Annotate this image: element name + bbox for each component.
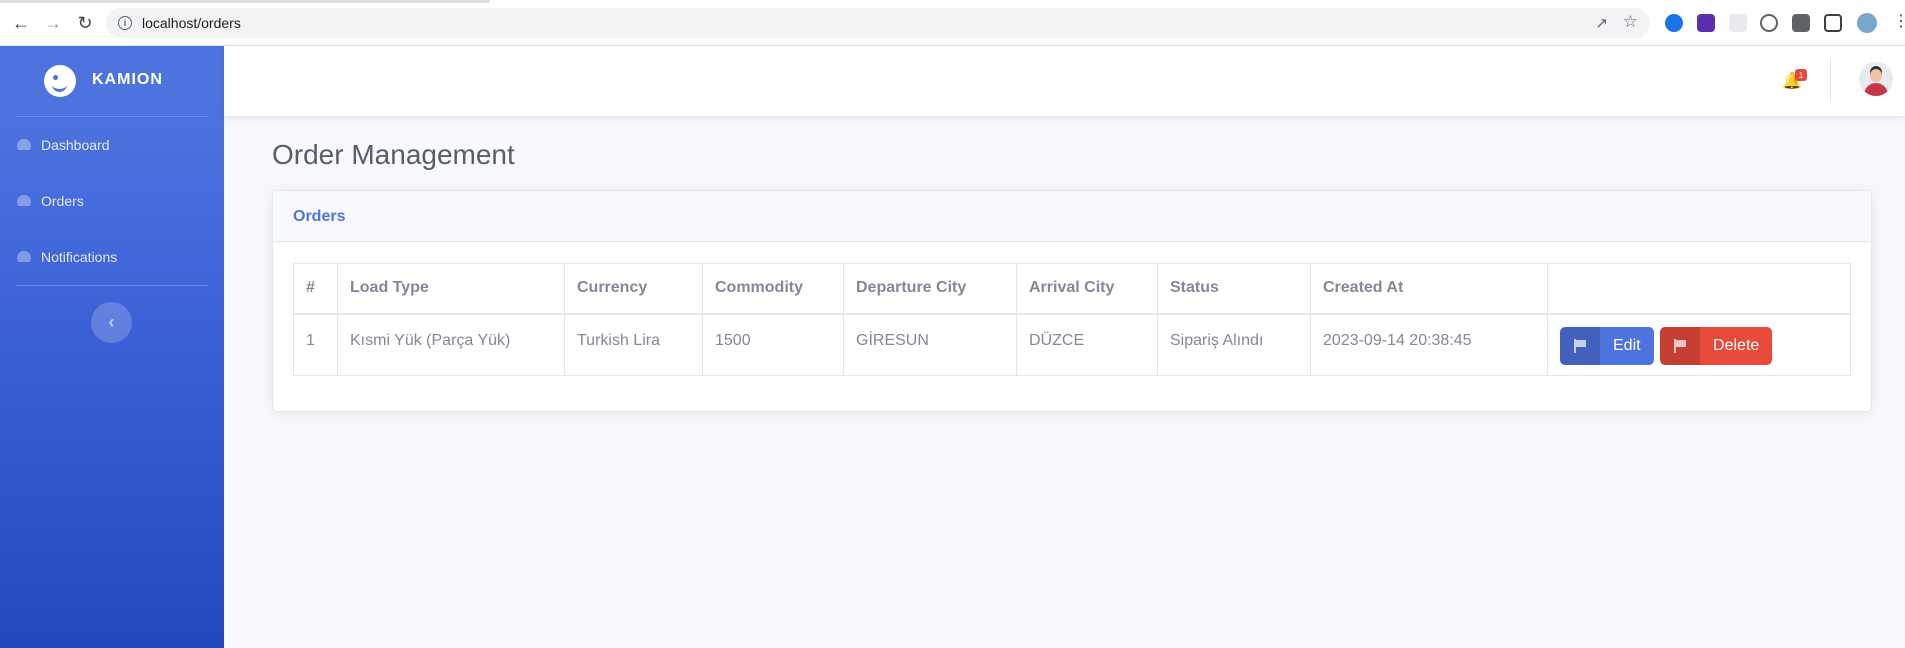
orders-table: # Load Type Currency Commodity Departure…: [293, 263, 1851, 376]
column-header-actions: [1547, 263, 1851, 315]
sidebar-item-orders[interactable]: Orders: [0, 181, 224, 221]
share-icon[interactable]: ↗: [1595, 14, 1608, 32]
cell-status: Sipariş Alındı: [1157, 313, 1311, 376]
cell-arrival-city: DÜZCE: [1016, 313, 1158, 376]
card-header: Orders: [273, 191, 1871, 242]
column-header-arrival-city: Arrival City: [1016, 263, 1158, 315]
chevron-left-icon: ‹: [108, 312, 115, 332]
column-header-commodity: Commodity: [702, 263, 844, 315]
column-header-created-at: Created At: [1310, 263, 1548, 315]
sidebar: KAMION Dashboard Orders Notifications ‹: [0, 46, 224, 648]
table-header-row: # Load Type Currency Commodity Departure…: [293, 263, 1851, 315]
cell-commodity: 1500: [702, 313, 844, 376]
cell-departure-city: GİRESUN: [843, 313, 1017, 376]
brand-name: KAMION: [92, 71, 163, 88]
column-header-departure-city: Departure City: [843, 263, 1017, 315]
extension-3-icon[interactable]: [1729, 14, 1747, 32]
reload-icon[interactable]: ↻: [74, 12, 96, 34]
brand-link[interactable]: KAMION: [0, 46, 224, 116]
cell-currency: Turkish Lira: [564, 313, 703, 376]
side-panel-icon[interactable]: [1824, 14, 1842, 32]
notification-count-badge: 1: [1795, 69, 1807, 81]
column-header-load-type: Load Type: [337, 263, 565, 315]
sidebar-item-label: Orders: [41, 193, 84, 209]
extensions-puzzle-icon[interactable]: [1792, 14, 1810, 32]
extension-1-icon[interactable]: [1665, 14, 1683, 32]
address-url[interactable]: localhost/orders: [142, 15, 241, 31]
orders-card: Orders # Load Type Currency Commodity De…: [272, 190, 1872, 412]
back-icon[interactable]: ←: [10, 12, 32, 34]
sidebar-toggle-button[interactable]: ‹: [91, 302, 132, 343]
page-title: Order Management: [272, 139, 515, 170]
edit-button[interactable]: Edit: [1560, 326, 1654, 365]
column-header-currency: Currency: [564, 263, 703, 315]
flag-icon: [1660, 326, 1701, 365]
delete-button[interactable]: Delete: [1660, 326, 1773, 365]
flag-icon: [1560, 326, 1600, 365]
topbar-divider: [1830, 59, 1831, 101]
delete-button-label: Delete: [1713, 336, 1760, 354]
sidebar-item-label: Notifications: [41, 249, 118, 265]
avatar-body: [1864, 83, 1888, 96]
sidebar-item-notifications[interactable]: Notifications: [0, 237, 224, 277]
avatar-head: [1870, 69, 1882, 82]
cell-id: 1: [293, 313, 338, 376]
edit-button-label: Edit: [1613, 336, 1641, 354]
laugh-wink-icon: [44, 65, 76, 97]
column-header-status: Status: [1157, 263, 1311, 315]
cell-load-type: Kısmi Yük (Parça Yük): [337, 313, 565, 376]
tachometer-icon: [17, 251, 33, 263]
user-avatar[interactable]: [1859, 62, 1893, 96]
profile-avatar[interactable]: [1857, 13, 1877, 33]
active-tab-strip: [0, 0, 490, 3]
sidebar-item-dashboard[interactable]: Dashboard: [0, 125, 224, 165]
extension-2-icon[interactable]: [1697, 14, 1715, 32]
table-row: 1 Kısmi Yük (Parça Yük) Turkish Lira 150…: [293, 313, 1851, 376]
site-info-icon[interactable]: i: [118, 16, 132, 30]
browser-toolbar: ← → ↻ i localhost/orders ↗ ☆ ⋮: [0, 0, 1905, 46]
cell-actions: Edit Delete: [1547, 313, 1851, 376]
bookmark-star-icon[interactable]: ☆: [1623, 12, 1638, 32]
sidebar-divider: [16, 116, 208, 117]
topbar: [224, 46, 1905, 116]
address-bar[interactable]: i localhost/orders ↗ ☆: [106, 8, 1650, 38]
menu-kebab-icon[interactable]: ⋮: [1893, 11, 1905, 31]
tachometer-icon: [17, 139, 33, 151]
sidebar-divider: [16, 285, 208, 286]
cell-created-at: 2023-09-14 20:38:45: [1310, 313, 1548, 376]
forward-icon[interactable]: →: [42, 12, 64, 34]
card-title: Orders: [293, 208, 346, 225]
sidebar-item-label: Dashboard: [41, 137, 110, 153]
tachometer-icon: [17, 195, 33, 207]
column-header-id: #: [293, 263, 338, 315]
extension-4-icon[interactable]: [1760, 14, 1778, 32]
